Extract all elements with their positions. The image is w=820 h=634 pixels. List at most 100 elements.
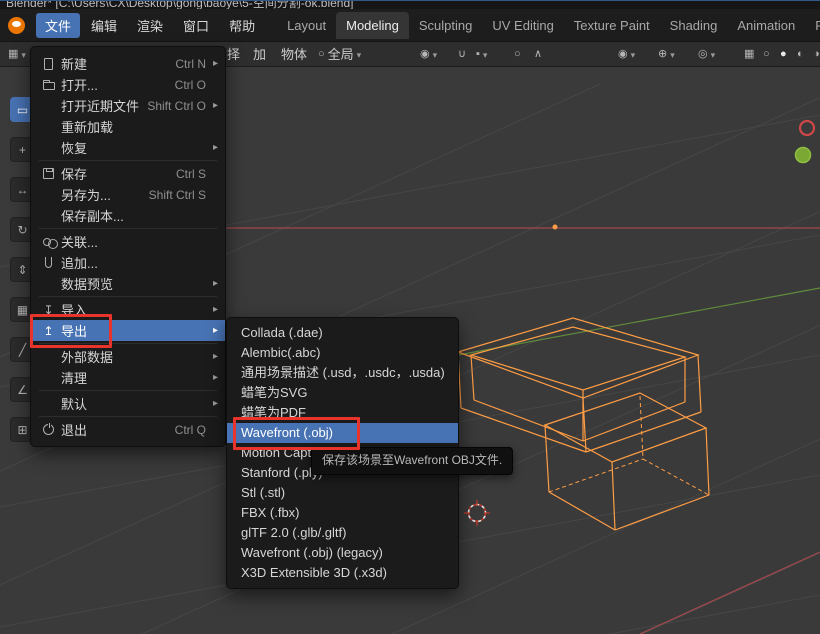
submenu-item-collada[interactable]: Collada (.dae) xyxy=(227,323,458,343)
navigation-gizmo[interactable] xyxy=(796,121,815,163)
submenu-item-alembic[interactable]: Alembic(.abc) xyxy=(227,343,458,363)
snap-toggle[interactable]: ∪ xyxy=(458,42,466,67)
menu-item-label: 默认 xyxy=(57,394,210,413)
orientation-dropdown[interactable]: ○ 全局 ▾ xyxy=(318,42,361,67)
menu-divider xyxy=(39,160,217,161)
menu-item-defaults[interactable]: 默认 ▸ xyxy=(31,393,225,414)
falloff-dropdown[interactable]: ∧ xyxy=(534,42,542,67)
eye-icon: ◉ xyxy=(618,49,628,60)
submenu-item-fbx[interactable]: FBX (.fbx) xyxy=(227,503,458,523)
submenu-item-gltf[interactable]: glTF 2.0 (.glb/.gltf) xyxy=(227,523,458,543)
shading-material-button[interactable]: ◐ xyxy=(797,42,804,67)
submenu-arrow-icon: ▸ xyxy=(210,58,218,69)
shading-wireframe-button[interactable]: ○ xyxy=(763,42,770,67)
tab-shading[interactable]: Shading xyxy=(660,12,728,39)
menu-item-label: 打开... xyxy=(57,75,175,94)
menu-item-shortcut: Shift Ctrl S xyxy=(149,188,210,202)
pivot-icon: ◉ xyxy=(420,49,430,60)
menu-window[interactable]: 窗口 xyxy=(174,13,218,38)
overlays-icon: ◎ xyxy=(698,49,708,60)
menu-item-clean-up[interactable]: 清理 ▸ xyxy=(31,367,225,388)
editor-type-icon: ▦ xyxy=(8,49,18,60)
menu-item-link[interactable]: 关联... xyxy=(31,231,225,252)
add-menu[interactable]: 加 xyxy=(253,42,266,67)
submenu-arrow-icon: ▸ xyxy=(210,142,218,153)
menu-item-save-as[interactable]: 另存为... Shift Ctrl S xyxy=(31,184,225,205)
snap-dropdown[interactable]: ▪ ▾ xyxy=(476,42,487,67)
tab-sculpting[interactable]: Sculpting xyxy=(409,12,482,39)
submenu-arrow-icon: ▸ xyxy=(210,278,218,289)
submenu-arrow-icon: ▸ xyxy=(210,304,218,315)
tab-texture-paint[interactable]: Texture Paint xyxy=(564,12,660,39)
tab-rendering[interactable]: Renderi xyxy=(805,12,820,39)
axis-x-far-line xyxy=(640,552,820,634)
submenu-item-stl[interactable]: Stl (.stl) xyxy=(227,483,458,503)
menu-item-recover[interactable]: 恢复 ▸ xyxy=(31,137,225,158)
object-menu[interactable]: 物体 xyxy=(281,42,307,67)
menu-item-label: 新建 xyxy=(57,54,175,73)
menu-item-label: 清理 xyxy=(57,368,210,387)
falloff-icon: ∧ xyxy=(534,49,542,60)
chevron-down-icon: ▾ xyxy=(670,43,675,67)
menu-help[interactable]: 帮助 xyxy=(220,13,264,38)
gizmo-x-axis-ball xyxy=(800,121,814,135)
chevron-down-icon: ▾ xyxy=(433,43,438,67)
menu-item-new[interactable]: 新建 Ctrl N ▸ xyxy=(31,53,225,74)
proportional-edit-toggle[interactable]: ○ xyxy=(514,42,521,67)
wireframe-shading-icon: ○ xyxy=(763,49,770,60)
overlays-dropdown[interactable]: ◎ ▾ xyxy=(698,42,715,67)
menu-item-quit[interactable]: 退出 Ctrl Q xyxy=(31,419,225,440)
tab-uv-editing[interactable]: UV Editing xyxy=(482,12,563,39)
globe-icon: ○ xyxy=(318,49,325,60)
menu-render[interactable]: 渲染 xyxy=(128,13,172,38)
workspace-tabs: Layout Modeling Sculpting UV Editing Tex… xyxy=(277,12,820,39)
menu-edit[interactable]: 编辑 xyxy=(82,13,126,38)
chevron-down-icon: ▾ xyxy=(711,43,716,67)
blender-logo-icon[interactable] xyxy=(8,17,25,34)
menu-item-append[interactable]: 追加... xyxy=(31,252,225,273)
submenu-item-x3d[interactable]: X3D Extensible 3D (.x3d) xyxy=(227,563,458,583)
xray-toggle[interactable]: ▦ xyxy=(744,42,754,67)
menu-item-data-preview[interactable]: 数据预览 ▸ xyxy=(31,273,225,294)
rendered-shading-icon: ◑ xyxy=(813,49,820,60)
menu-item-label: 数据预览 xyxy=(57,274,210,293)
proportional-icon: ○ xyxy=(514,49,521,60)
submenu-item-usd[interactable]: 通用场景描述 (.usd，.usdc，.usda) xyxy=(227,363,458,383)
shading-solid-button[interactable]: ● xyxy=(780,42,787,67)
submenu-item-wavefront-legacy[interactable]: Wavefront (.obj) (legacy) xyxy=(227,543,458,563)
menu-item-label: 恢复 xyxy=(57,138,210,157)
gizmo-icon: ⊕ xyxy=(658,49,667,60)
pivot-dropdown[interactable]: ◉ ▾ xyxy=(420,42,437,67)
menu-divider xyxy=(39,228,217,229)
tab-modeling[interactable]: Modeling xyxy=(336,12,409,39)
object-origin-dot xyxy=(553,225,558,230)
menu-item-save[interactable]: 保存 Ctrl S xyxy=(31,163,225,184)
menu-item-open-recent[interactable]: 打开近期文件 Shift Ctrl O ▸ xyxy=(31,95,225,116)
menu-item-label: 追加... xyxy=(57,253,210,272)
menu-item-open[interactable]: 打开... Ctrl O xyxy=(31,74,225,95)
tab-layout[interactable]: Layout xyxy=(277,12,336,39)
new-file-icon xyxy=(40,58,57,70)
editor-type-dropdown[interactable]: ▦ ▾ xyxy=(8,42,26,67)
save-icon xyxy=(40,168,57,179)
menu-item-save-copy[interactable]: 保存副本... xyxy=(31,205,225,226)
menu-item-revert[interactable]: 重新加载 xyxy=(31,116,225,137)
gizmos-dropdown[interactable]: ⊕ ▾ xyxy=(658,42,675,67)
visibility-dropdown[interactable]: ◉ ▾ xyxy=(618,42,635,67)
select-menu[interactable]: 择 xyxy=(227,42,240,67)
magnet-icon: ∪ xyxy=(458,49,466,60)
wireframe-object[interactable] xyxy=(458,318,709,530)
shading-rendered-button[interactable]: ◑ xyxy=(813,42,820,67)
menu-file[interactable]: 文件 xyxy=(36,13,80,38)
submenu-item-grease-pencil-svg[interactable]: 蜡笔为SVG xyxy=(227,383,458,403)
menu-item-external-data[interactable]: 外部数据 ▸ xyxy=(31,346,225,367)
menu-item-label: 保存 xyxy=(57,164,176,183)
tab-animation[interactable]: Animation xyxy=(727,12,805,39)
submenu-arrow-icon: ▸ xyxy=(210,351,218,362)
tooltip: 保存该场景至Wavefront OBJ文件. xyxy=(311,447,513,475)
annotation-box-wavefront xyxy=(233,417,360,450)
power-icon xyxy=(40,424,57,435)
snap-icon: ▪ xyxy=(476,49,480,60)
blender-window: Blender* [C:\Users\CX\Desktop\gong\baoye… xyxy=(0,0,820,634)
menu-item-shortcut: Ctrl O xyxy=(175,78,210,92)
